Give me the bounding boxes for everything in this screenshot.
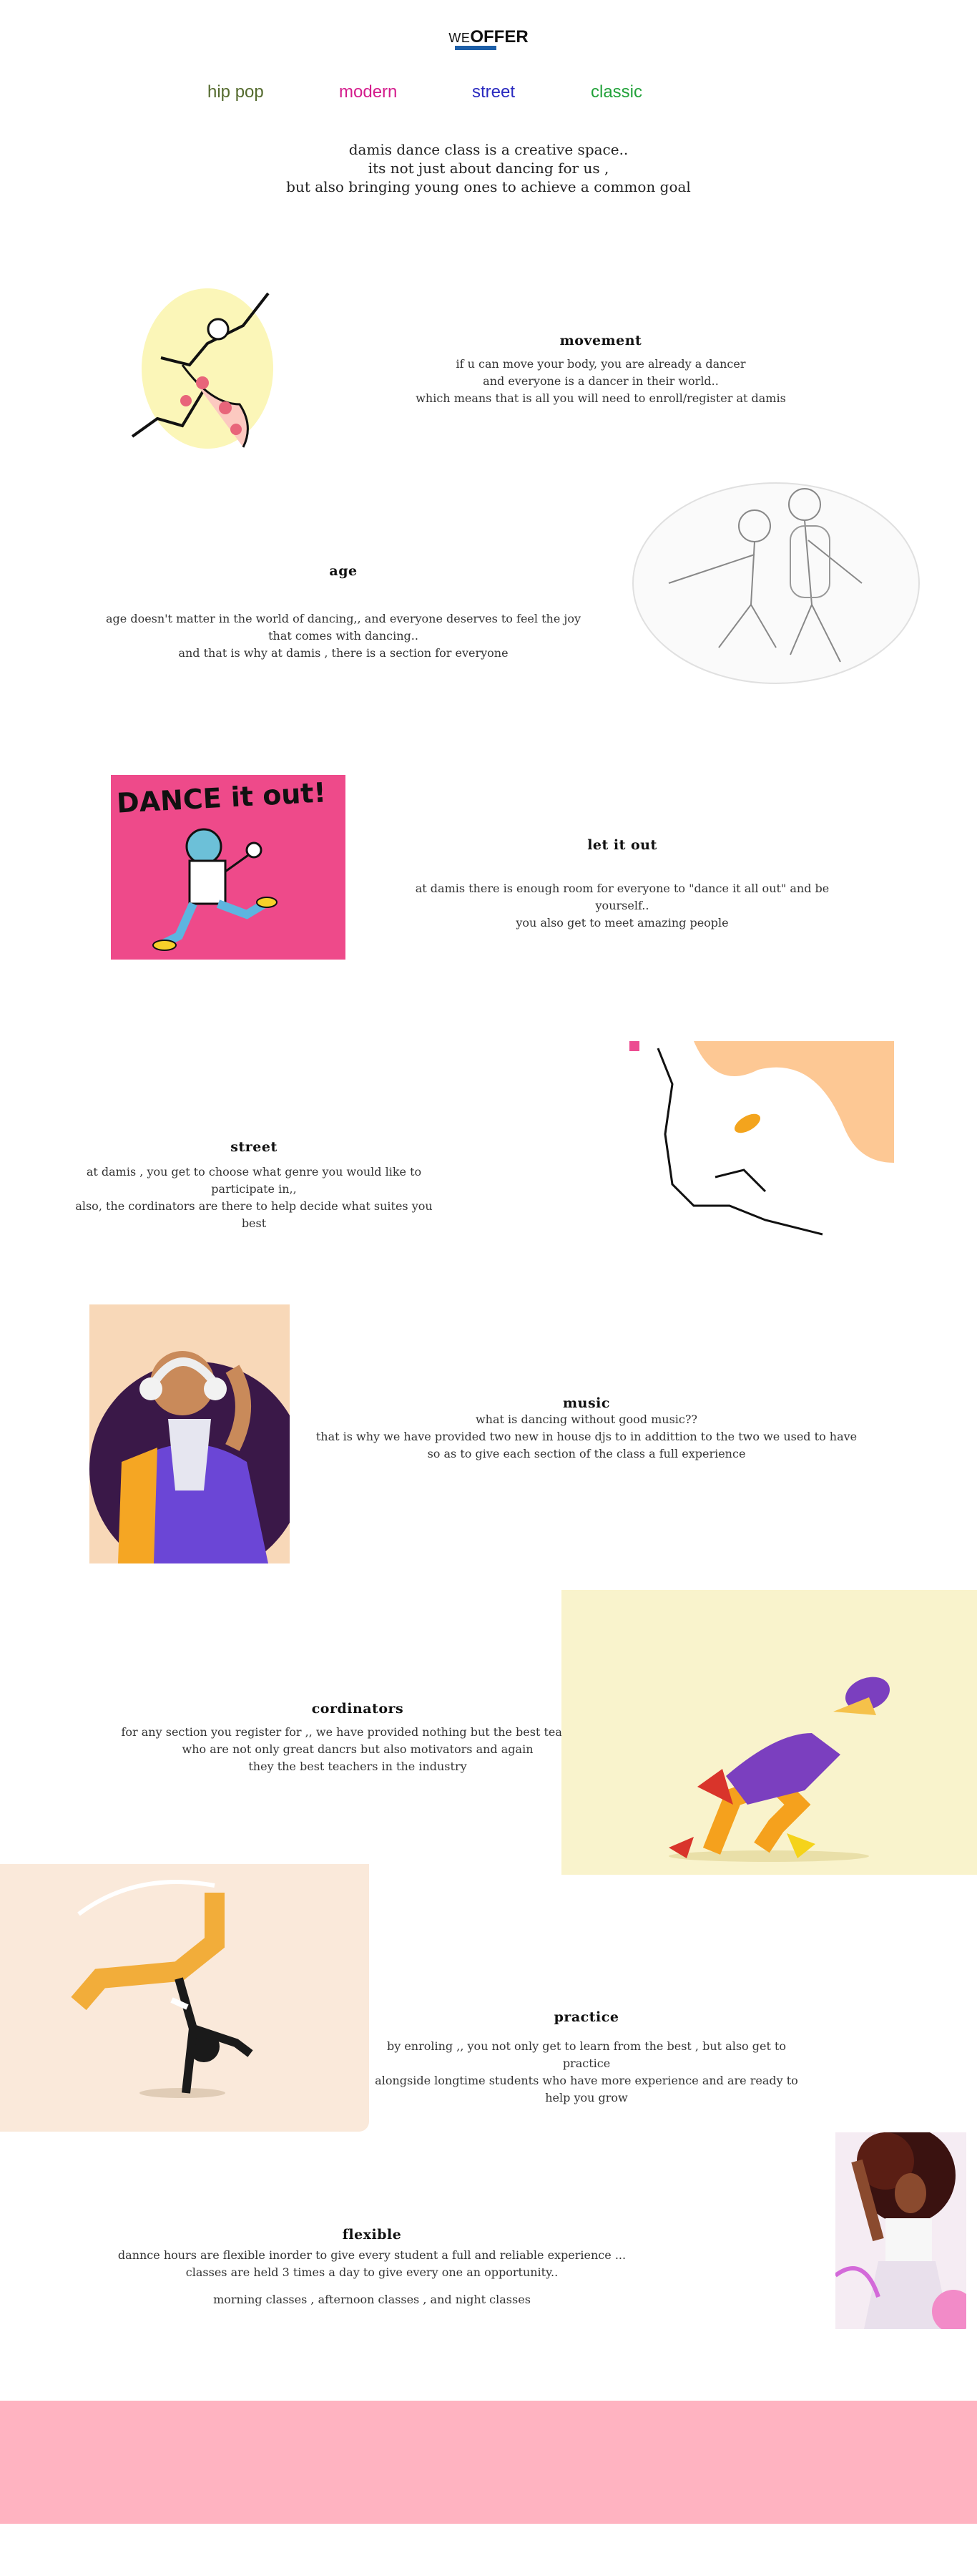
music-text: what is dancing without good music??	[475, 1413, 698, 1426]
letitout-text: at damis there is enough room for everyo…	[415, 882, 830, 912]
practice-text: alongside longtime students who have mor…	[375, 2074, 798, 2104]
cordinators-title: cordinators	[311, 1701, 404, 1717]
movement-text: which means that is all you will need to…	[416, 391, 786, 405]
cordinators-text: who are not only great dancrs but also m…	[182, 1742, 534, 1756]
movement-text: and everyone is a dancer in their world.…	[483, 374, 719, 388]
practice-title: practice	[554, 2009, 619, 2025]
flexible-text: dannce hours are flexible inorder to giv…	[117, 2248, 627, 2262]
movement-section: movement if u can move your body, you ar…	[401, 333, 801, 407]
age-section: age age doesn't matter in the world of d…	[100, 563, 586, 662]
logo-we: WE	[448, 31, 471, 45]
street-text: at damis , you get to choose what genre …	[86, 1165, 422, 1196]
flexible-text: morning classes , afternoon classes , an…	[213, 2293, 531, 2306]
movement-title: movement	[559, 333, 642, 348]
nav-street[interactable]: street	[472, 82, 515, 102]
footer	[0, 2401, 977, 2524]
cordinators-text: they the best teachers in the industry	[248, 1760, 467, 1773]
flexible-section: flexible dannce hours are flexible inord…	[86, 2227, 658, 2308]
age-text: and that is why at damis , there is a se…	[178, 646, 509, 660]
age-illustration	[626, 462, 926, 691]
street-section: street at damis , you get to choose what…	[72, 1139, 436, 1232]
intro-line: damis dance class is a creative space..	[348, 141, 629, 158]
intro-text: damis dance class is a creative space.. …	[0, 140, 977, 196]
logo-underline	[455, 46, 496, 50]
flexible-text: classes are held 3 times a day to give e…	[185, 2265, 559, 2279]
flexible-title: flexible	[342, 2227, 402, 2243]
music-text: so as to give each section of the class …	[427, 1447, 746, 1460]
logo[interactable]: WEOFFER	[0, 27, 977, 47]
movement-illustration	[118, 283, 283, 458]
flexible-illustration	[835, 2132, 966, 2329]
practice-text: by enroling ,, you not only get to learn…	[386, 2039, 787, 2070]
movement-text: if u can move your body, you are already…	[456, 357, 746, 371]
nav-modern[interactable]: modern	[339, 82, 397, 102]
nav-classic[interactable]: classic	[591, 82, 642, 102]
cordinators-illustration	[561, 1590, 977, 1875]
cordinators-section: cordinators for any section you register…	[93, 1701, 622, 1775]
logo-offer: OFFER	[470, 27, 529, 47]
letitout-section: let it out at damis there is enough room…	[408, 837, 837, 932]
letitout-text: you also get to meet amazing people	[516, 916, 729, 930]
letitout-title: let it out	[587, 837, 657, 853]
cordinators-text: for any section you register for ,, we h…	[121, 1725, 594, 1739]
music-text: that is why we have provided two new in …	[315, 1430, 858, 1443]
music-illustration	[89, 1304, 290, 1563]
intro-line: its not just about dancing for us ,	[368, 160, 609, 177]
intro-line: but also bringing young ones to achieve …	[286, 178, 691, 195]
music-title: music	[563, 1395, 610, 1411]
practice-section: practice by enroling ,, you not only get…	[372, 2009, 801, 2107]
age-text: that comes with dancing..	[268, 629, 418, 643]
street-text: also, the cordinators are there to help …	[75, 1199, 433, 1230]
practice-illustration	[0, 1864, 369, 2132]
dance-it-out-poster: DANCE it out!	[111, 775, 345, 960]
age-title: age	[329, 563, 358, 579]
street-title: street	[230, 1139, 278, 1155]
music-section: music what is dancing without good music…	[308, 1395, 865, 1463]
age-text: age doesn't matter in the world of danci…	[105, 612, 581, 625]
nav-hip-pop[interactable]: hip pop	[207, 82, 264, 102]
street-illustration	[629, 1041, 894, 1241]
